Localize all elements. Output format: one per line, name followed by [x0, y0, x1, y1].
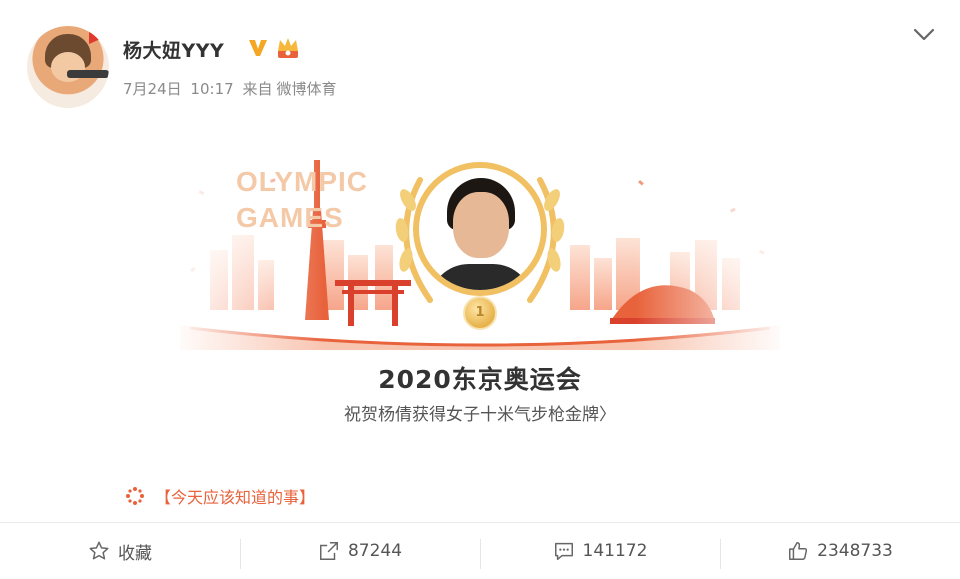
username[interactable]: 杨大妞YYY	[123, 36, 224, 63]
repost-count: 87244	[347, 541, 403, 561]
event-subtitle-link[interactable]: 祝贺杨倩获得女子十米气步枪金牌〉	[0, 400, 960, 425]
chevron-down-icon[interactable]	[911, 24, 937, 44]
favorite-label: 收藏	[118, 543, 152, 564]
comment-count: 141172	[582, 541, 648, 561]
sparkle-icon	[126, 487, 144, 505]
post-date[interactable]: 7月24日	[123, 80, 182, 98]
comment-button[interactable]: 141172	[480, 523, 720, 579]
share-icon	[319, 542, 338, 560]
action-bar: 收藏 87244 141172 2348733	[0, 522, 960, 579]
source-prefix: 来自	[242, 80, 273, 98]
star-icon	[89, 541, 109, 560]
post-header: 杨大妞YYY 7月24日 10:17 来自 微博体育	[0, 0, 960, 130]
verified-v-icon	[249, 40, 267, 56]
comment-icon	[554, 542, 573, 560]
like-count: 2348733	[817, 541, 893, 561]
event-title[interactable]: 2020东京奥运会	[0, 360, 960, 396]
vip-crown-icon[interactable]	[275, 36, 301, 60]
like-button[interactable]: 2348733	[720, 523, 960, 579]
thumbs-up-icon	[789, 542, 808, 560]
athlete-portrait[interactable]	[413, 162, 547, 296]
repost-button[interactable]: 87244	[240, 523, 480, 579]
topic-link[interactable]: 【今天应该知道的事】	[155, 484, 315, 508]
post-time[interactable]: 10:17	[190, 80, 233, 98]
post-meta: 7月24日 10:17 来自 微博体育	[123, 78, 340, 99]
gold-medal-icon: 1	[463, 296, 497, 330]
avatar[interactable]	[27, 26, 109, 108]
favorite-button[interactable]: 收藏	[0, 523, 240, 579]
post-source[interactable]: 微博体育	[276, 80, 336, 98]
olympic-games-wordmark: OLYMPIC GAMES	[236, 166, 368, 233]
